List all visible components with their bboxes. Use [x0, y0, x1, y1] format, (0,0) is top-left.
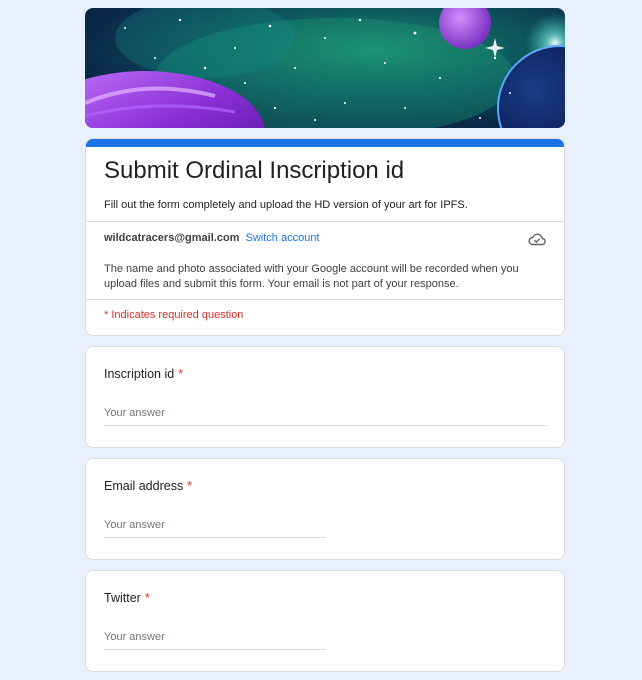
required-indicator-note: * Indicates required question	[104, 309, 244, 321]
question-card-twitter: Twitter *	[85, 570, 565, 672]
header-accent-bar	[86, 139, 564, 147]
question-title: Inscription id	[104, 367, 175, 381]
cloud-saved-icon	[528, 232, 546, 246]
question-card-email: Email address *	[85, 458, 565, 560]
account-email: wildcatracers@gmail.com	[104, 232, 240, 244]
question-label: Inscription id *	[104, 367, 183, 381]
twitter-input[interactable]	[104, 629, 326, 650]
email-address-input[interactable]	[104, 517, 326, 538]
question-label: Email address *	[104, 479, 192, 493]
account-row: wildcatracers@gmail.com Switch account	[104, 232, 320, 244]
question-title: Email address	[104, 479, 184, 493]
form-description: Fill out the form completely and upload …	[104, 199, 468, 211]
switch-account-link[interactable]: Switch account	[246, 232, 320, 244]
question-card-inscription-id: Inscription id *	[85, 346, 565, 448]
question-label: Twitter *	[104, 591, 150, 605]
divider	[86, 299, 564, 300]
form-header-card: Submit Ordinal Inscription id Fill out t…	[85, 138, 565, 336]
required-asterisk: *	[144, 591, 150, 605]
inscription-id-input[interactable]	[104, 405, 547, 426]
privacy-notice: The name and photo associated with your …	[104, 263, 519, 290]
question-title: Twitter	[104, 591, 141, 605]
required-asterisk: *	[178, 367, 184, 381]
header-banner-image	[85, 8, 565, 128]
required-asterisk: *	[187, 479, 193, 493]
divider	[86, 221, 564, 222]
form-title: Submit Ordinal Inscription id	[104, 157, 405, 184]
